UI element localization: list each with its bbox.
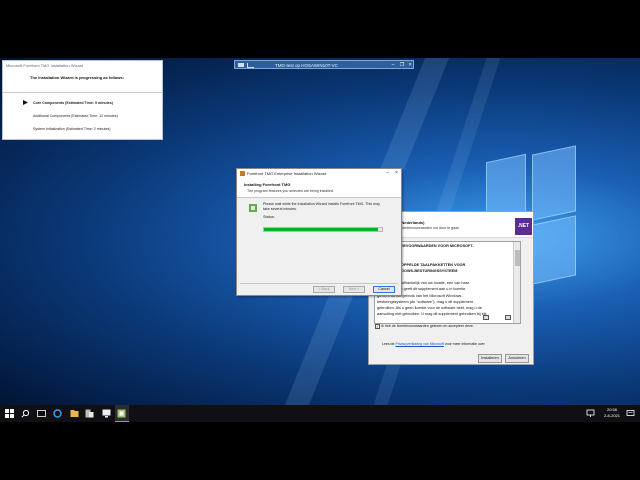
tmg-title-bar: Forefront TMG Enterprise Installation Wi…: [237, 169, 401, 178]
close-icon[interactable]: ×: [393, 170, 400, 177]
taskbar: 20:58 2-8-2021: [0, 405, 640, 422]
accept-license-label: Ik heb de licentievoorwaarden gelezen en…: [381, 324, 474, 328]
computer-icon[interactable]: [102, 409, 111, 418]
tmg-wait-message: Please wait while the Installation Wizar…: [263, 202, 380, 211]
tmg-heading: Installing Forefront TMG: [244, 182, 291, 187]
divider: [240, 283, 398, 284]
task-view-icon[interactable]: [37, 409, 46, 418]
cancel-button[interactable]: Cancel: [373, 286, 395, 293]
close-icon[interactable]: ×: [406, 62, 414, 68]
notifications-icon[interactable]: [626, 409, 635, 418]
install-progress-bar: [263, 227, 383, 232]
file-explorer-icon[interactable]: [70, 409, 79, 418]
print-icon[interactable]: [483, 315, 489, 320]
privacy-link[interactable]: Privacyverklaring van Microsoft: [395, 342, 443, 346]
network-icon[interactable]: [586, 409, 598, 418]
tmg-window-title: Forefront TMG Enterprise Installation Wi…: [247, 171, 327, 176]
system-clock[interactable]: 20:58 2-8-2021: [602, 407, 622, 419]
installation-progress-window: Microsoft Forefront TMG Installation Wiz…: [2, 60, 163, 140]
back-button[interactable]: < Back: [313, 286, 335, 293]
tmg-installation-wizard: Forefront TMG Enterprise Installation Wi…: [236, 168, 402, 296]
license-line: besturingssysteem (de "software"), mag u…: [377, 299, 473, 304]
save-icon[interactable]: [505, 315, 511, 320]
dotnet-subtitle: licentievoorwaarden om door te gaan.: [400, 226, 461, 230]
progress-window-header: Microsoft Forefront TMG Installation Wiz…: [6, 63, 84, 68]
step-core-components: Core Components (Estimated Time: 5 minut…: [33, 101, 114, 105]
screen: TMG-test op HOSAWIN10T-VC – ❐ × Microsof…: [0, 0, 640, 480]
step-additional-components: Additional Components (Estimated Time: 1…: [33, 114, 118, 118]
minimize-icon[interactable]: –: [389, 62, 397, 68]
dotnet-logo: .NET: [515, 218, 532, 235]
installer-task-icon[interactable]: [117, 409, 126, 418]
license-line: gebruiken. Als u geen licentie voor de s…: [377, 306, 482, 310]
cancel-button[interactable]: Annuleren: [505, 354, 529, 363]
divider: [3, 92, 162, 93]
search-icon[interactable]: [21, 409, 30, 418]
current-step-arrow-icon: [23, 100, 28, 105]
remote-desktop-title: TMG-test op HOSAWIN10T-VC: [275, 63, 338, 68]
signal-icon: [247, 63, 254, 68]
scrollbar-thumb[interactable]: [515, 250, 520, 266]
installer-icon: [249, 204, 257, 212]
edge-browser-icon[interactable]: [53, 409, 62, 418]
remote-desktop-bar: TMG-test op HOSAWIN10T-VC – ❐ ×: [234, 60, 414, 69]
server-manager-icon[interactable]: [85, 409, 94, 418]
app-icon: [240, 171, 245, 176]
tmg-subheading: The program features you selected are be…: [247, 189, 334, 193]
install-progress-fill: [264, 228, 379, 231]
accept-license-checkbox[interactable]: ✓: [375, 324, 380, 329]
step-system-initialization: System Initialization (Estimated Time: 2…: [33, 127, 111, 131]
dotnet-title: (Nederlands): [400, 220, 425, 225]
status-label: Status:: [263, 215, 275, 219]
license-actions: [483, 314, 523, 322]
clock-date: 2-8-2021: [603, 413, 620, 418]
license-scrollbar[interactable]: [513, 242, 520, 323]
restore-icon[interactable]: ❐: [398, 62, 406, 68]
windows-start-icon[interactable]: [5, 409, 14, 418]
license-line: aanvulling niet gebruiken. U mag dit sup…: [377, 312, 487, 317]
tmg-header: Installing Forefront TMG The program fea…: [237, 178, 401, 198]
install-button[interactable]: Installeren: [478, 354, 502, 363]
privacy-prefix: Lees de: [382, 342, 395, 346]
next-button[interactable]: Next >: [343, 286, 365, 293]
privacy-suffix: voor meer informatie over: [444, 342, 485, 346]
pin-icon[interactable]: [238, 63, 244, 67]
progress-heading: The Installation Wizard is progressing a…: [30, 75, 124, 80]
privacy-notice: Lees de Privacyverklaring van Microsoft …: [382, 342, 485, 346]
minimize-icon[interactable]: –: [384, 170, 391, 177]
